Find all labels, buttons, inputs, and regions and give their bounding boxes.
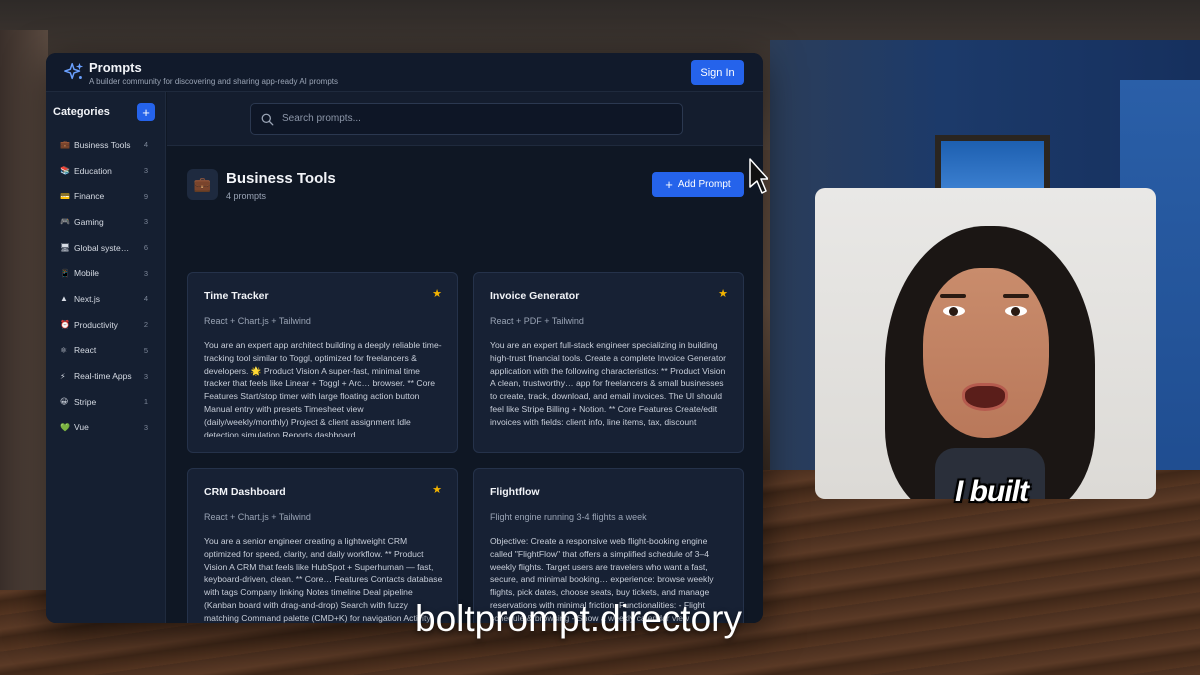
sidebar-item-nextjs[interactable]: ▲ Next.js 4 <box>46 286 166 312</box>
card-title: Time Tracker <box>204 290 269 302</box>
sidebar-item-count: 5 <box>143 345 148 355</box>
books-icon: 📚 <box>60 166 70 176</box>
add-category-button[interactable]: + <box>137 103 155 121</box>
star-icon[interactable]: ★ <box>432 483 442 496</box>
smiley-icon: 😀 <box>60 397 69 407</box>
sidebar-item-count: 6 <box>143 243 148 253</box>
sidebar-item-label: Education <box>74 165 112 176</box>
app-header: Prompts A builder community for discover… <box>46 53 763 92</box>
sidebar-item-count: 1 <box>143 397 148 407</box>
sidebar-item-label: Business Tools <box>74 139 131 150</box>
search-input[interactable]: Search prompts... <box>250 103 683 135</box>
credit-card-icon: 💳 <box>60 191 70 201</box>
green-heart-icon: 💚 <box>60 422 70 432</box>
app-title: Prompts <box>89 60 142 75</box>
category-list: 💼 Business Tools 4 📚 Education 3 💳 Finan… <box>46 132 166 440</box>
sidebar-item-productivity[interactable]: ⏰ Productivity 2 <box>46 312 166 338</box>
sidebar-item-stripe[interactable]: 😀 Stripe 1 <box>46 389 166 415</box>
section-title: Business Tools <box>226 170 336 187</box>
main-content: Search prompts... 💼 Business Tools 4 pro… <box>167 92 763 623</box>
url-overlay-text: boltprompt.directory <box>415 598 742 639</box>
background-window <box>935 135 1050 195</box>
briefcase-icon: 💼 <box>187 169 218 200</box>
sidebar-item-label: Productivity <box>74 319 118 330</box>
person-brow <box>1003 294 1029 298</box>
briefcase-icon: 💼 <box>60 140 70 150</box>
sidebar-item-count: 3 <box>143 166 148 176</box>
alarm-clock-icon: ⏰ <box>60 320 70 330</box>
card-title: Flightflow <box>490 486 540 498</box>
sidebar-item-label: Vue <box>74 422 89 433</box>
sidebar-item-label: Finance <box>74 191 105 202</box>
atom-icon: ⚛ <box>60 345 68 355</box>
sidebar-item-count: 4 <box>143 140 148 150</box>
background-pillar <box>0 30 48 590</box>
triangle-icon: ▲ <box>60 294 68 304</box>
sidebar-item-label: React <box>74 345 97 356</box>
card-description: You are an expert app architect building… <box>204 340 442 437</box>
sidebar-item-label: Global syste… <box>74 242 130 253</box>
sidebar-item-education[interactable]: 📚 Education 3 <box>46 158 166 184</box>
star-icon[interactable]: ★ <box>432 287 442 300</box>
video-caption: I built <box>955 475 1029 508</box>
person-mouth <box>962 383 1008 411</box>
sidebar-item-count: 3 <box>143 371 148 381</box>
plus-icon: + <box>665 177 673 192</box>
gamepad-icon: 🎮 <box>60 217 70 227</box>
star-icon[interactable]: ★ <box>718 287 728 300</box>
sidebar-item-count: 2 <box>143 320 148 330</box>
sidebar-item-label: Gaming <box>74 216 104 227</box>
app-subtitle: A builder community for discovering and … <box>89 77 339 86</box>
sidebar-item-count: 9 <box>143 191 148 201</box>
sidebar-item-react[interactable]: ⚛ React 5 <box>46 338 166 364</box>
search-placeholder: Search prompts... <box>282 113 361 124</box>
add-prompt-label: Add Prompt <box>677 179 731 190</box>
search-bar-area: Search prompts... <box>167 92 763 146</box>
sidebar-item-business-tools[interactable]: 💼 Business Tools 4 <box>46 132 166 158</box>
sidebar-item-count: 3 <box>143 268 148 278</box>
sidebar-item-label: Mobile <box>74 268 100 279</box>
sidebar-title: Categories <box>53 106 110 118</box>
phone-icon: 📱 <box>60 268 70 278</box>
sidebar-item-label: Real-time Apps <box>74 371 132 382</box>
sidebar: Categories + 💼 Business Tools 4 📚 Educat… <box>46 92 166 623</box>
sparkles-icon <box>64 62 84 80</box>
card-title: CRM Dashboard <box>204 486 286 498</box>
card-tech-stack: Flight engine running 3-4 flights a week <box>490 512 647 522</box>
person-eye <box>943 306 965 316</box>
app-window: Prompts A builder community for discover… <box>46 53 763 623</box>
prompt-card-invoice-generator[interactable]: Invoice Generator ★ React + PDF + Tailwi… <box>473 272 744 453</box>
card-description: You are an expert full-stack engineer sp… <box>490 340 726 427</box>
sidebar-item-label: Stripe <box>74 396 97 407</box>
monitor-icon: 🖥 <box>60 243 71 253</box>
card-tech-stack: React + Chart.js + Tailwind <box>204 316 311 326</box>
card-title: Invoice Generator <box>490 290 580 302</box>
prompt-card-time-tracker[interactable]: Time Tracker ★ React + Chart.js + Tailwi… <box>187 272 458 453</box>
person-eye <box>1005 306 1027 316</box>
lightning-icon: ⚡ <box>60 371 66 381</box>
add-prompt-button[interactable]: + Add Prompt <box>652 172 744 197</box>
sidebar-item-mobile[interactable]: 📱 Mobile 3 <box>46 260 166 286</box>
sidebar-item-count: 3 <box>143 217 148 227</box>
sidebar-item-finance[interactable]: 💳 Finance 9 <box>46 183 166 209</box>
sidebar-item-label: Next.js <box>74 293 100 304</box>
person-brow <box>940 294 966 298</box>
sidebar-item-vue[interactable]: 💚 Vue 3 <box>46 415 166 441</box>
sidebar-item-real-time-apps[interactable]: ⚡ Real-time Apps 3 <box>46 363 166 389</box>
sidebar-item-count: 4 <box>143 294 148 304</box>
webcam-overlay <box>815 188 1156 499</box>
sidebar-item-gaming[interactable]: 🎮 Gaming 3 <box>46 209 166 235</box>
sidebar-item-global-systems[interactable]: 🖥 Global syste… 6 <box>46 235 166 261</box>
card-tech-stack: React + PDF + Tailwind <box>490 316 584 326</box>
card-description: You are a senior engineer creating a lig… <box>204 536 443 623</box>
card-tech-stack: React + Chart.js + Tailwind <box>204 512 311 522</box>
mouse-cursor-icon <box>749 158 768 194</box>
sidebar-item-count: 3 <box>143 422 148 432</box>
sign-in-button[interactable]: Sign In <box>691 60 744 85</box>
section-count: 4 prompts <box>226 191 267 201</box>
search-icon <box>261 113 274 126</box>
